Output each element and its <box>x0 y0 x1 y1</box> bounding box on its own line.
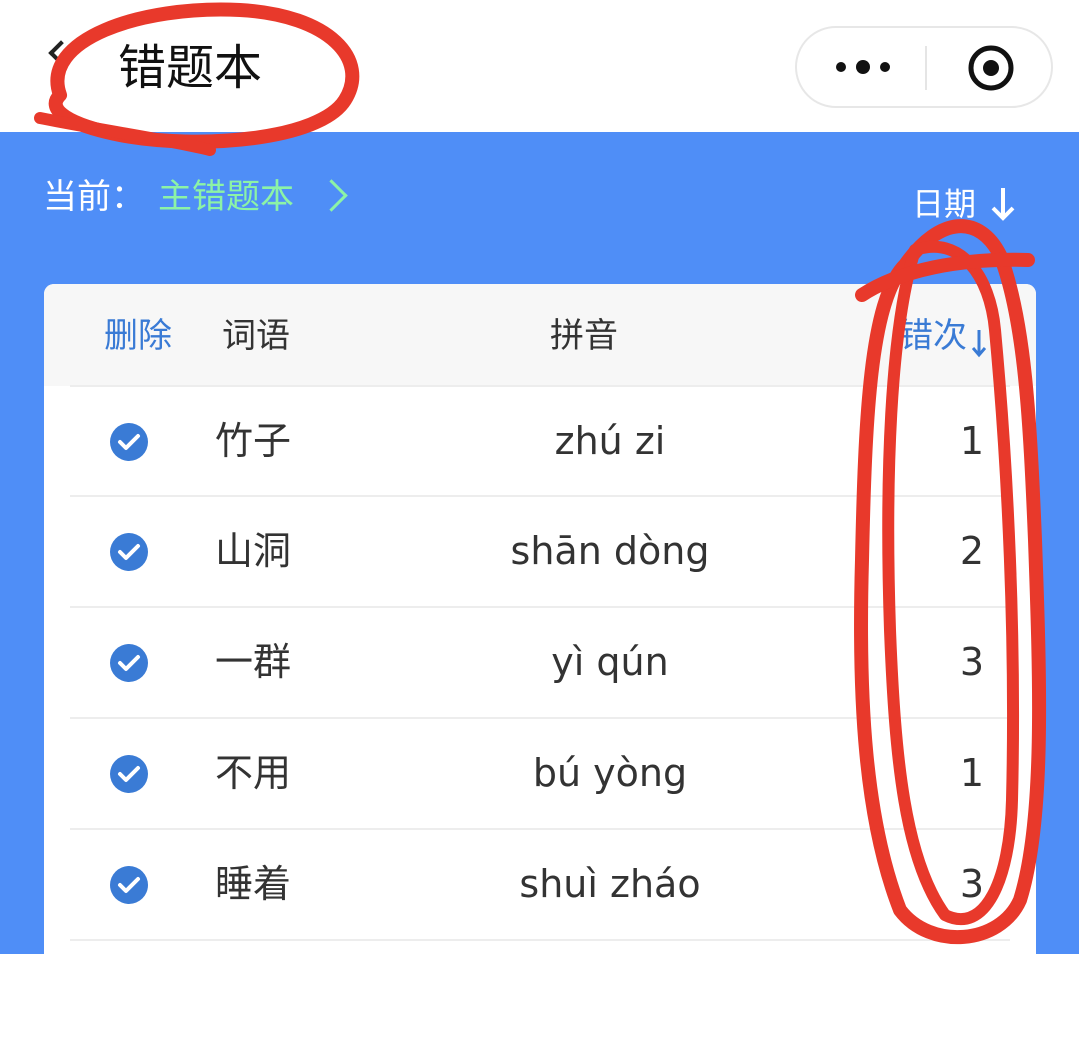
mini-program-capsule <box>795 26 1053 108</box>
current-notebook-label: 当前： <box>43 177 145 217</box>
sort-by-date-button[interactable]: 日期 <box>912 184 976 224</box>
word-column-header: 词语 <box>222 316 290 356</box>
pinyin-cell: shuì zháo <box>519 862 701 906</box>
table-row[interactable]: 一群 yì qún 3 <box>70 606 1010 716</box>
chevron-left-icon[interactable] <box>48 40 74 66</box>
pinyin-cell: shān dòng <box>510 529 710 573</box>
word-cell: 竹子 <box>215 419 292 463</box>
count-cell: 2 <box>959 529 984 573</box>
count-cell: 3 <box>959 862 984 906</box>
count-cell: 1 <box>959 751 984 795</box>
table-row[interactable]: 不用 bú yòng 1 <box>70 717 1010 827</box>
count-cell: 1 <box>959 419 984 463</box>
more-dots-icon[interactable] <box>833 59 893 75</box>
pinyin-cell: zhú zi <box>554 419 666 463</box>
mistake-table-card: 删除 词语 拼音 错次 竹子 zhú zi 1 山洞 shān dòng 2 一 <box>44 284 1036 984</box>
target-circle-icon[interactable] <box>967 44 1015 92</box>
current-notebook-selector[interactable]: 主错题本 <box>158 176 294 218</box>
arrow-down-icon[interactable] <box>972 328 986 358</box>
table-header: 删除 词语 拼音 错次 <box>44 284 1036 386</box>
pinyin-column-header: 拼音 <box>550 316 618 356</box>
check-circle-icon[interactable] <box>110 755 148 793</box>
capsule-divider <box>925 46 927 90</box>
table-row[interactable] <box>70 939 1010 1049</box>
check-circle-icon[interactable] <box>110 644 148 682</box>
check-circle-icon[interactable] <box>110 533 148 571</box>
pinyin-cell: bú yòng <box>532 751 688 795</box>
count-cell: 3 <box>959 640 984 684</box>
pinyin-cell: yì qún <box>551 640 669 684</box>
chevron-right-icon[interactable] <box>315 179 348 212</box>
table-row[interactable]: 竹子 zhú zi 1 <box>70 385 1010 495</box>
count-column-header[interactable]: 错次 <box>899 314 967 358</box>
check-circle-icon[interactable] <box>110 423 148 461</box>
arrow-down-icon[interactable] <box>988 186 1018 222</box>
table-row[interactable]: 睡着 shuì zháo 3 <box>70 828 1010 938</box>
delete-header-button[interactable]: 删除 <box>104 314 172 358</box>
table-row[interactable]: 山洞 shān dòng 2 <box>70 495 1010 605</box>
check-circle-icon[interactable] <box>110 866 148 904</box>
word-cell: 不用 <box>215 751 292 795</box>
word-cell: 睡着 <box>215 862 292 906</box>
page-title: 错题本 <box>118 40 263 96</box>
word-cell: 一群 <box>215 640 292 684</box>
top-bar: 错题本 <box>0 0 1079 132</box>
word-cell: 山洞 <box>215 529 292 573</box>
